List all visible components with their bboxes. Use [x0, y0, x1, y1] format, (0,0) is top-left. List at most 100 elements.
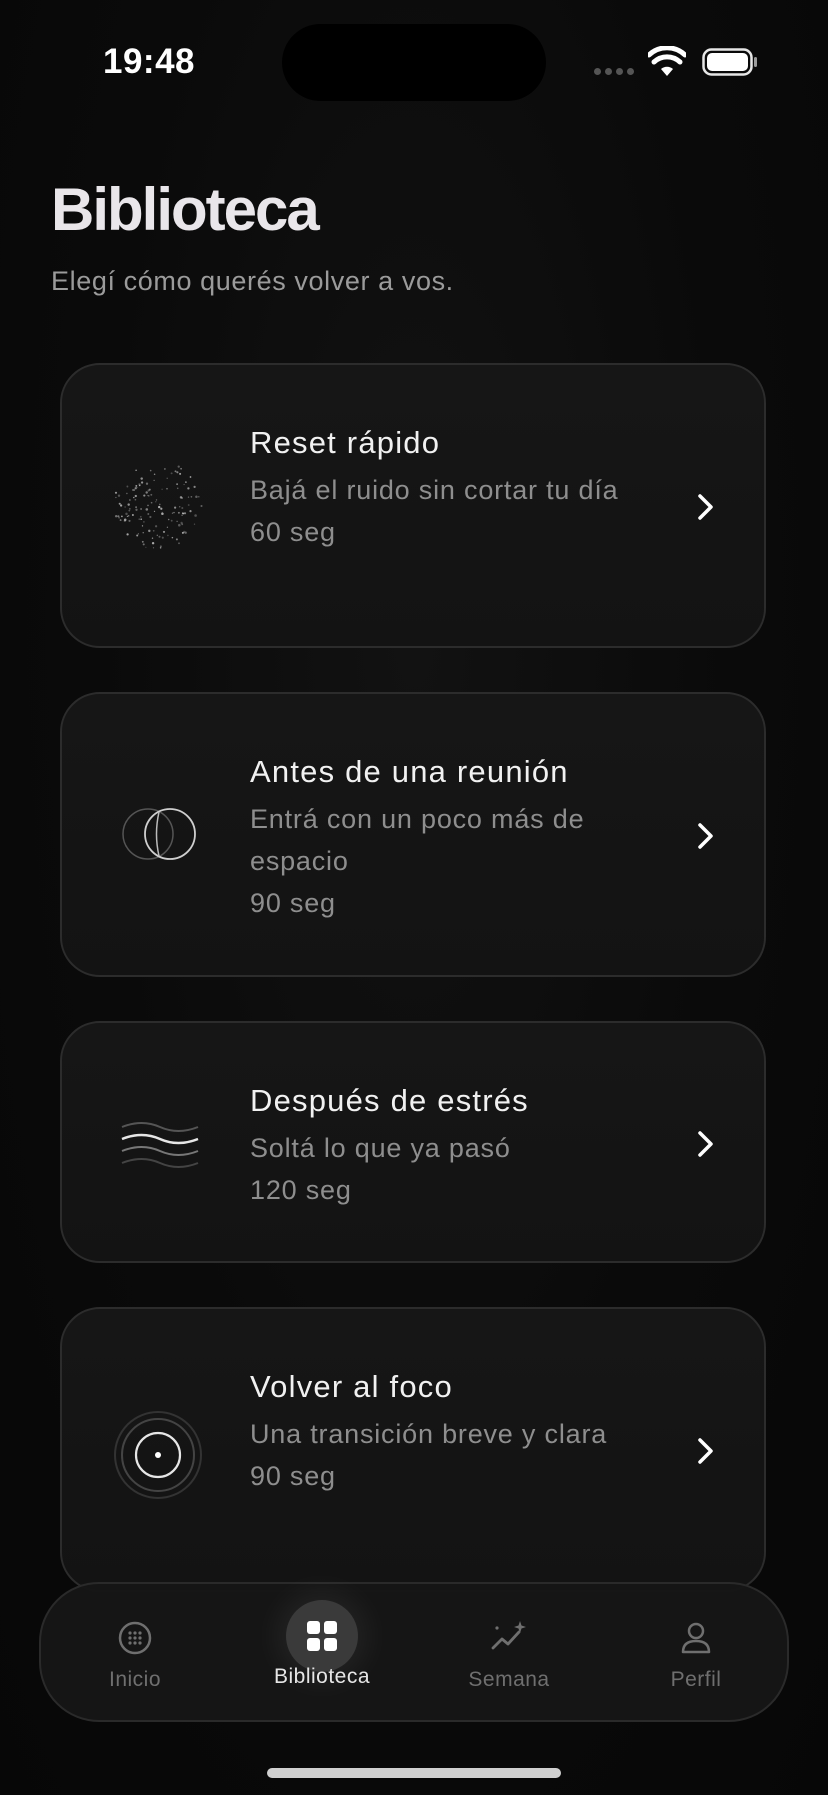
sphere-particle — [181, 514, 183, 517]
sphere-particle — [198, 495, 200, 498]
chevron-right-icon — [698, 823, 713, 849]
dotted-circle-icon — [118, 1621, 152, 1655]
sphere-particle — [176, 487, 179, 490]
tab-label: Inicio — [108, 1668, 162, 1691]
sphere-particle — [135, 484, 138, 487]
session-card-despues-de-estres[interactable]: Después de estrés Soltá lo que ya pasó 1… — [60, 1021, 766, 1263]
particle-sphere-icon — [114, 465, 203, 549]
sphere-particle — [180, 467, 182, 470]
sphere-particle — [132, 489, 134, 491]
sphere-particle — [193, 485, 196, 489]
sphere-particle — [119, 504, 123, 507]
sphere-particle — [126, 485, 129, 488]
tab-perfil[interactable]: Perfil — [611, 1584, 781, 1720]
sphere-particle — [164, 468, 166, 470]
tab-inicio[interactable]: Inicio — [50, 1584, 220, 1720]
sphere-particle — [114, 514, 118, 518]
sphere-particle — [156, 534, 158, 536]
sphere-particle — [147, 513, 150, 515]
sphere-particle — [145, 508, 149, 511]
sphere-particle — [183, 483, 185, 486]
card-description: Una transición breve y clara — [250, 1419, 608, 1449]
sphere-particle — [176, 520, 178, 523]
sphere-particle — [133, 496, 135, 499]
page-subtitle: Elegí cómo querés volver a vos. — [51, 266, 454, 296]
waves-icon — [121, 1122, 199, 1168]
sphere-particle — [174, 506, 177, 509]
sphere-particle — [150, 501, 153, 504]
card-title: Reset rápido — [250, 425, 441, 460]
sphere-particle — [183, 512, 187, 515]
sphere-particle — [190, 495, 193, 498]
sphere-particle — [153, 479, 155, 482]
sphere-particle — [117, 494, 121, 497]
sphere-particle — [127, 503, 130, 506]
battery-icon — [702, 48, 757, 76]
sphere-particle — [177, 465, 180, 468]
sphere-particle — [126, 533, 129, 536]
sphere-particle — [173, 511, 175, 514]
sphere-particle — [153, 473, 156, 476]
page-title: Biblioteca — [51, 176, 320, 243]
sphere-particle — [135, 506, 137, 508]
trend-sparkle-icon — [491, 1621, 526, 1650]
sphere-particle — [187, 504, 190, 506]
tab-bar: Inicio Biblioteca Semana Perfil — [39, 1582, 789, 1722]
sphere-particle — [128, 509, 131, 512]
sphere-particle — [171, 536, 174, 539]
sphere-particle — [179, 496, 183, 499]
sphere-particle — [140, 518, 143, 521]
sphere-particle — [118, 516, 121, 519]
sphere-particle — [123, 519, 126, 523]
sphere-particle — [175, 538, 178, 541]
session-card-antes-de-reunion[interactable]: Antes de una reunión Entrá con un poco m… — [60, 692, 766, 977]
chevron-right-icon — [698, 1438, 713, 1464]
chevron-right-icon — [698, 494, 713, 520]
sphere-particle — [161, 511, 163, 514]
card-duration: 60 seg — [250, 517, 336, 547]
sphere-particle — [145, 546, 147, 548]
sphere-particle — [176, 483, 178, 485]
tab-semana[interactable]: Semana — [424, 1584, 594, 1720]
sphere-particle — [187, 487, 190, 490]
sphere-particle — [125, 512, 128, 516]
card-description: Bajá el ruido sin cortar tu día — [250, 475, 619, 505]
dynamic-island — [282, 24, 546, 101]
sphere-particle — [170, 472, 173, 475]
sphere-particle — [162, 530, 166, 533]
sphere-particle — [181, 512, 184, 515]
sphere-particle — [121, 515, 123, 518]
tab-biblioteca[interactable]: Biblioteca — [237, 1584, 407, 1720]
card-description: Soltá lo que ya pasó — [250, 1133, 511, 1163]
sphere-particle — [155, 501, 157, 503]
sphere-particle — [147, 494, 149, 497]
sphere-particle — [179, 506, 181, 508]
sphere-particle — [167, 518, 170, 521]
sphere-particle — [135, 469, 137, 472]
sphere-particle — [166, 477, 168, 479]
sphere-particle — [124, 506, 126, 508]
sphere-particle — [166, 487, 168, 490]
sphere-particle — [119, 519, 122, 522]
sphere-particle — [134, 494, 137, 498]
sphere-particle — [147, 489, 150, 492]
sphere-particle — [118, 502, 121, 505]
sphere-particle — [178, 523, 181, 527]
card-title: Volver al foco — [250, 1369, 453, 1404]
sphere-particle — [179, 472, 182, 475]
sphere-particle — [143, 521, 145, 523]
sphere-particle — [177, 511, 180, 514]
card-duration: 90 seg — [250, 888, 336, 918]
sphere-particle — [145, 482, 149, 485]
overlapping-circles-icon — [122, 808, 196, 860]
sphere-particle — [159, 545, 162, 548]
sphere-particle — [139, 515, 142, 518]
sphere-particle — [140, 508, 143, 510]
sphere-particle — [194, 514, 197, 517]
sphere-particle — [136, 486, 138, 489]
session-card-volver-al-foco[interactable]: Volver al foco Una transición breve y cl… — [60, 1307, 766, 1592]
sphere-particle — [181, 506, 184, 510]
sphere-particle — [152, 547, 155, 549]
sphere-particle — [170, 519, 173, 522]
session-card-reset-rapido[interactable]: Reset rápido Bajá el ruido sin cortar tu… — [60, 363, 766, 648]
